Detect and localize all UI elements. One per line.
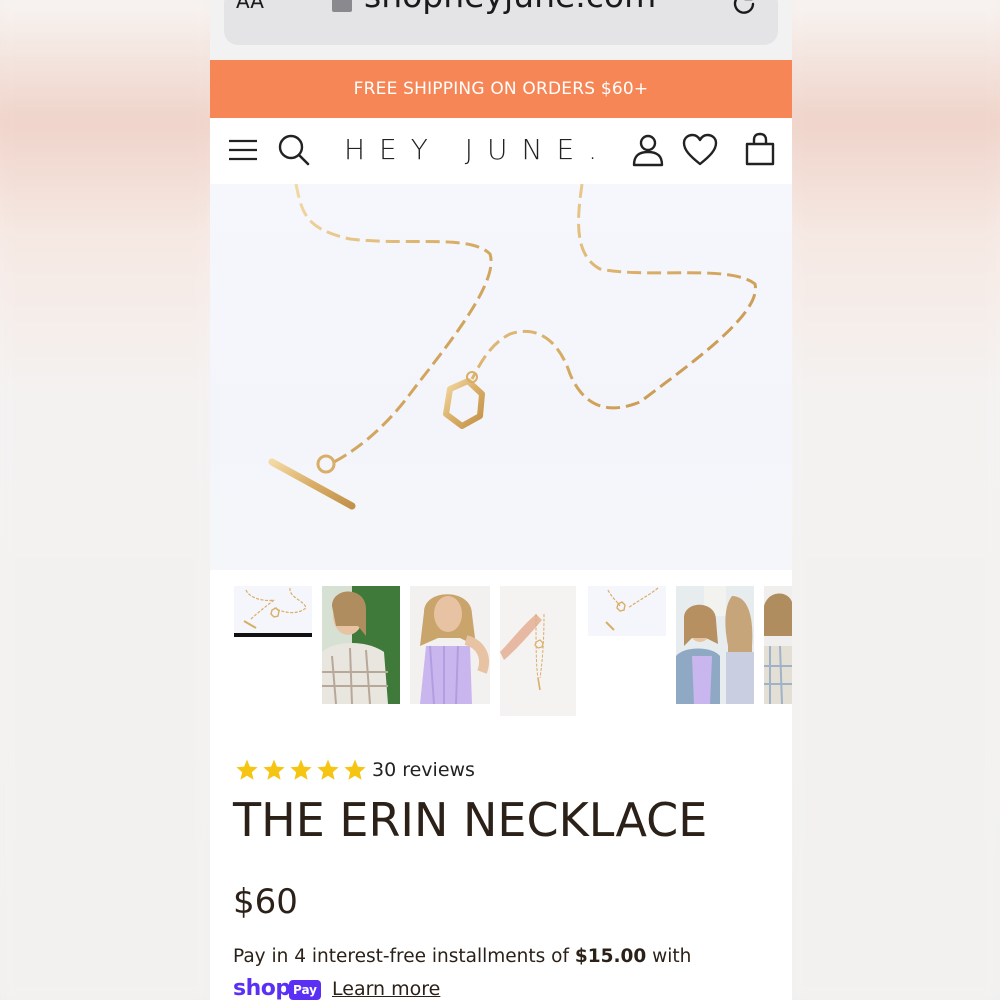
text-size-button[interactable]: AA	[236, 0, 264, 12]
installments-suffix: with	[646, 946, 692, 967]
star-icon	[317, 759, 339, 780]
thumb-necklace-hand[interactable]	[500, 586, 576, 716]
star-icon	[263, 759, 285, 780]
site-header: HEY JUNE.	[210, 118, 792, 184]
lock-icon	[332, 0, 352, 12]
cart-icon[interactable]	[742, 132, 778, 168]
shop-pay-logo: shop	[233, 976, 291, 1000]
reload-icon[interactable]	[732, 0, 756, 14]
thumb-model-partial[interactable]	[764, 586, 792, 704]
url-text[interactable]: shopheyjune.com	[364, 0, 656, 16]
installments-text: Pay in 4 interest-free installments of $…	[233, 944, 691, 970]
thumb-necklace-flat[interactable]	[234, 586, 312, 636]
rating-stars[interactable]	[234, 757, 369, 783]
installments-prefix: Pay in 4 interest-free installments of	[233, 946, 575, 967]
thumb-model-denim[interactable]	[676, 586, 754, 704]
address-bar[interactable]: AA shopheyjune.com	[224, 0, 778, 45]
shop-pay-badge: Pay	[289, 980, 321, 1000]
product-title: THE ERIN NECKLACE	[233, 793, 708, 847]
thumb-model-lavender[interactable]	[410, 586, 490, 704]
necklace-illustration	[268, 184, 757, 510]
product-hero-image[interactable]	[210, 184, 792, 570]
installments-amount: $15.00	[574, 946, 647, 967]
thumbnail-gallery	[210, 586, 792, 721]
heart-icon[interactable]	[682, 132, 718, 168]
reviews-link[interactable]: 30 reviews	[372, 758, 475, 782]
star-icon	[344, 759, 366, 780]
phone-screen: AA shopheyjune.com FREE SHIPPING ON ORDE…	[210, 0, 792, 1000]
promo-banner[interactable]: FREE SHIPPING ON ORDERS $60+	[210, 60, 792, 118]
blurred-background-left	[0, 0, 210, 1000]
learn-more-link[interactable]: Learn more	[332, 976, 440, 1000]
star-icon	[236, 759, 258, 780]
thumb-necklace-flat-2[interactable]	[588, 586, 666, 636]
account-icon[interactable]	[630, 132, 666, 168]
site-logo[interactable]: HEY JUNE.	[344, 132, 611, 168]
search-icon[interactable]	[276, 132, 312, 168]
thumb-selected-indicator	[234, 633, 312, 637]
menu-icon[interactable]	[226, 132, 262, 168]
product-price: $60	[233, 882, 298, 922]
star-icon	[290, 759, 312, 780]
blurred-background-right	[790, 0, 1000, 1000]
browser-bar: AA shopheyjune.com	[210, 0, 792, 60]
thumb-model-plaid[interactable]	[322, 586, 400, 704]
